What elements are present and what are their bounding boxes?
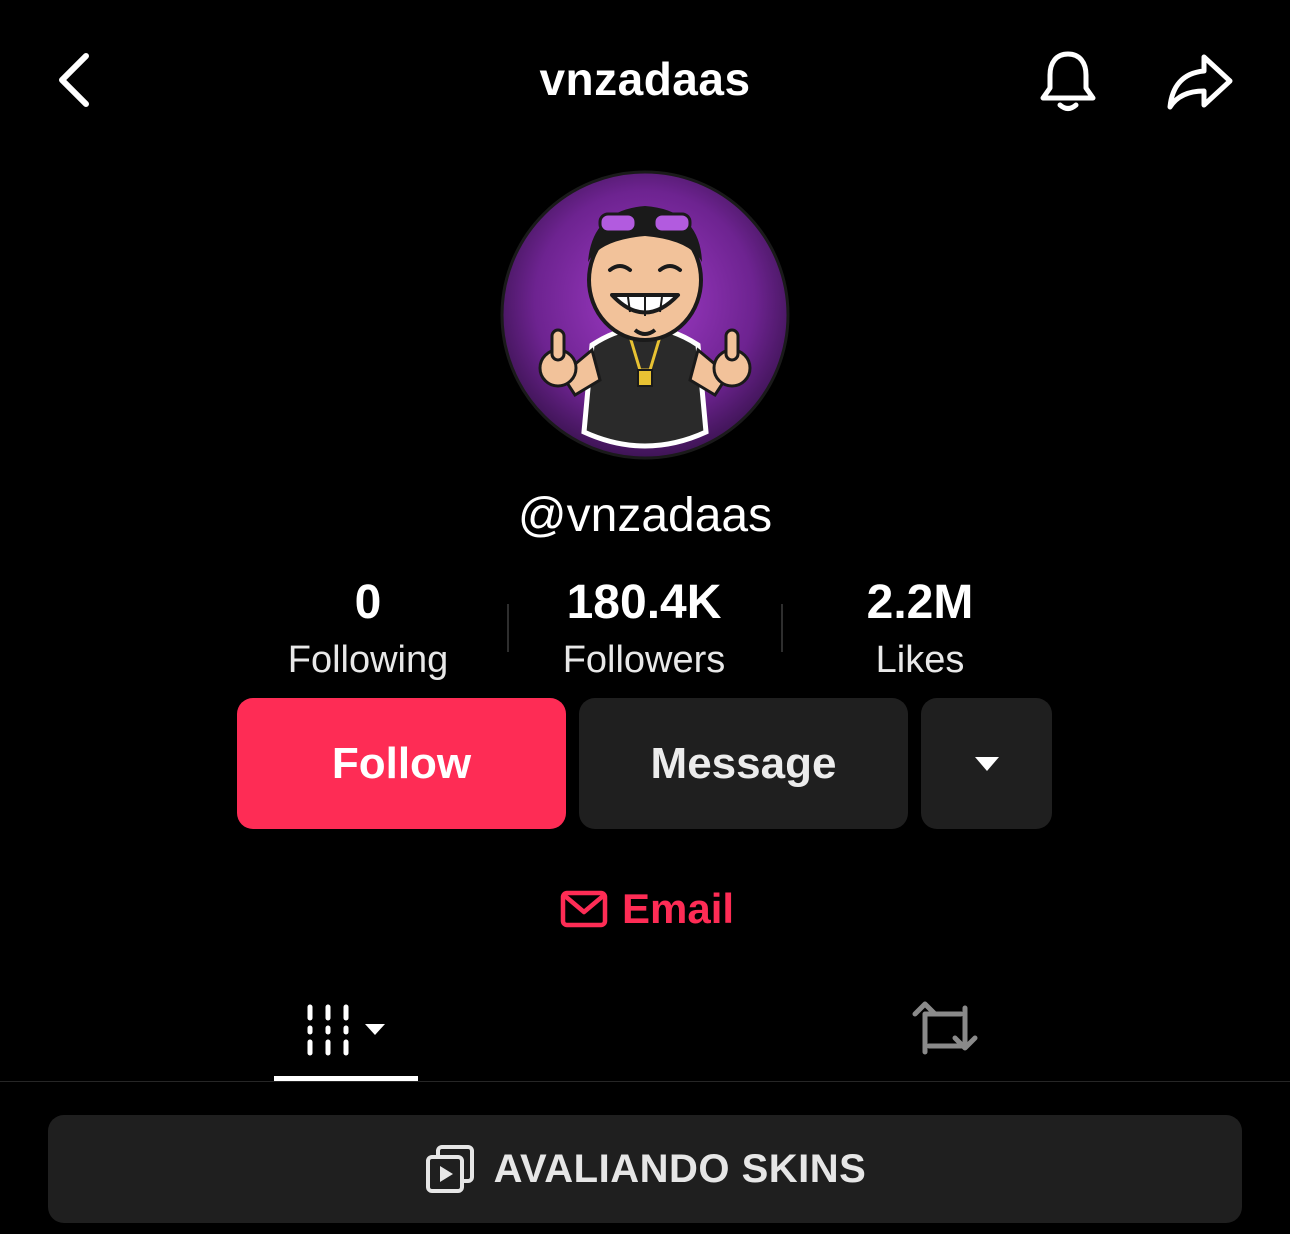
stat-followers[interactable]: 180.4K Followers xyxy=(514,574,774,688)
following-count: 0 xyxy=(354,576,382,629)
grid-lines-icon xyxy=(307,1004,385,1056)
playlist-label: AVALIANDO SKINS xyxy=(493,1146,867,1191)
more-options-button[interactable] xyxy=(921,698,1052,829)
stat-divider xyxy=(507,604,509,652)
likes-label: Likes xyxy=(875,639,965,681)
email-link[interactable]: Email xyxy=(560,880,734,938)
notification-button[interactable] xyxy=(1030,44,1106,120)
share-button[interactable] xyxy=(1158,44,1242,120)
bell-icon xyxy=(1040,51,1096,111)
following-label: Following xyxy=(287,639,449,681)
tabs-divider xyxy=(0,1081,1290,1082)
stat-following[interactable]: 0 Following xyxy=(238,574,498,688)
tab-videos[interactable] xyxy=(274,980,418,1080)
followers-count: 180.4K xyxy=(566,576,722,629)
caret-down-icon xyxy=(974,756,999,771)
playlist-button[interactable]: AVALIANDO SKINS xyxy=(48,1115,1242,1223)
avatar-image xyxy=(500,170,790,460)
stat-likes[interactable]: 2.2M Likes xyxy=(790,574,1050,688)
follow-button[interactable]: Follow xyxy=(237,698,566,829)
avatar[interactable] xyxy=(500,170,790,460)
followers-label: Followers xyxy=(562,639,726,681)
tab-reposts[interactable] xyxy=(880,980,1010,1080)
profile-handle: @vnzadaas xyxy=(517,489,773,542)
message-button[interactable]: Message xyxy=(579,698,908,829)
email-label: Email xyxy=(622,885,735,932)
playlist-icon xyxy=(425,1145,474,1193)
share-arrow-icon xyxy=(1167,54,1233,110)
profile-page: vnzadaas @vnzadaas 0 Following 180.4K Fo… xyxy=(0,0,1290,1234)
envelope-icon xyxy=(560,890,608,928)
stat-divider xyxy=(781,604,783,652)
repost-icon xyxy=(912,1001,978,1055)
likes-count: 2.2M xyxy=(866,576,974,629)
